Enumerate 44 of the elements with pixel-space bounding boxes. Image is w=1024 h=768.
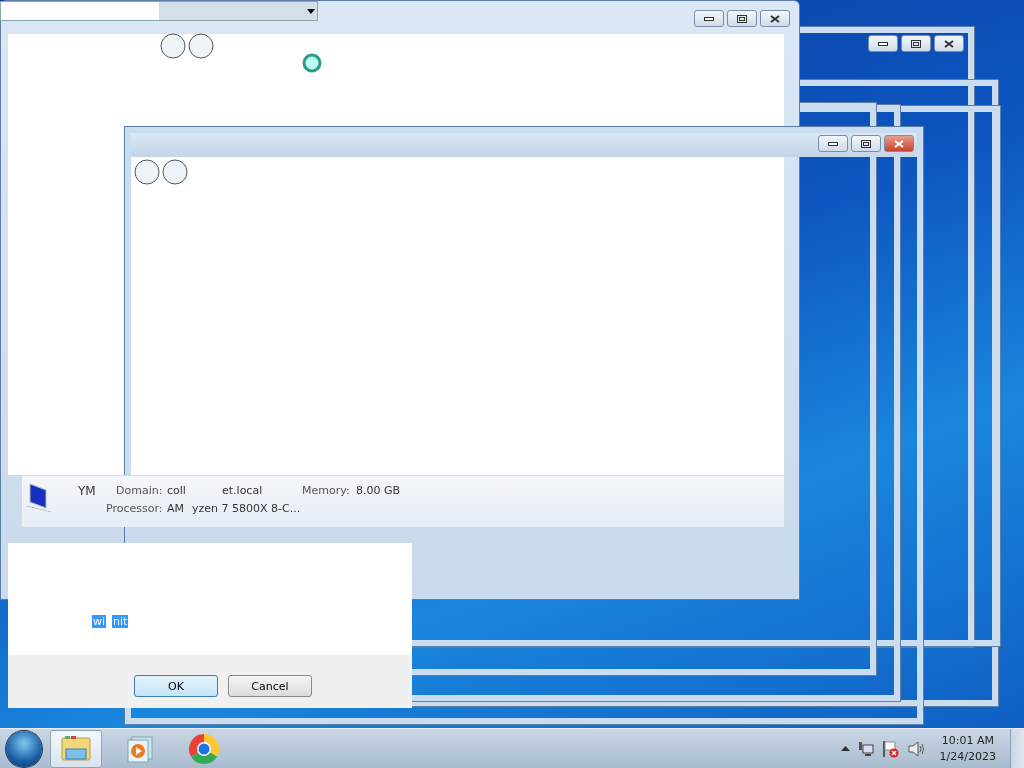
back-button-icon[interactable]	[160, 32, 214, 60]
close-icon	[770, 14, 780, 23]
ok-button[interactable]: OK	[134, 675, 218, 697]
cancel-button[interactable]: Cancel	[228, 675, 312, 697]
clock-time[interactable]: 10:01 AM	[941, 732, 994, 749]
address-field[interactable]	[0, 1, 318, 21]
minimize-icon	[704, 16, 714, 21]
folder-icon	[60, 734, 92, 763]
minimize-icon	[878, 41, 888, 46]
maximize-button[interactable]	[851, 135, 881, 152]
close-icon	[894, 139, 904, 148]
processor-label: Processor:	[106, 502, 163, 515]
taskbar-button[interactable]	[50, 729, 102, 768]
maximize-button[interactable]	[727, 10, 757, 27]
processor-value: yzen 7 5800X 8-C...	[192, 502, 301, 515]
domain-label: Domain:	[116, 484, 163, 497]
close-button[interactable]	[934, 35, 964, 52]
minimize-icon	[828, 141, 838, 146]
back-button-icon[interactable]	[134, 158, 188, 186]
close-icon	[944, 39, 954, 48]
clock-date[interactable]: 1/24/2023	[939, 748, 996, 765]
speaker-icon[interactable]	[907, 740, 926, 757]
maximize-icon	[737, 14, 747, 23]
domain-value: coll	[167, 484, 186, 497]
maximize-icon	[911, 39, 921, 48]
minimize-button[interactable]	[818, 135, 848, 152]
network-icon[interactable]	[857, 740, 874, 757]
media-player-icon	[126, 734, 154, 763]
memory-value: 8.00 GB	[356, 484, 401, 497]
browser-icon	[188, 732, 220, 765]
close-button[interactable]	[760, 10, 790, 27]
show-hidden-icons-icon[interactable]	[840, 746, 850, 751]
maximize-button[interactable]	[901, 35, 931, 52]
minimize-button[interactable]	[694, 10, 724, 27]
flag-icon[interactable]	[881, 739, 900, 758]
minimize-button[interactable]	[868, 35, 898, 52]
dropdown-arrow-icon[interactable]	[307, 9, 315, 14]
memory-label: Memory:	[302, 484, 350, 497]
domain-value: et.local	[222, 484, 263, 497]
start-button[interactable]	[6, 730, 42, 767]
processor-value: AM	[167, 502, 184, 515]
maximize-icon	[861, 139, 871, 148]
loading-circle-icon	[301, 52, 323, 74]
computer-name: YM	[78, 484, 96, 498]
